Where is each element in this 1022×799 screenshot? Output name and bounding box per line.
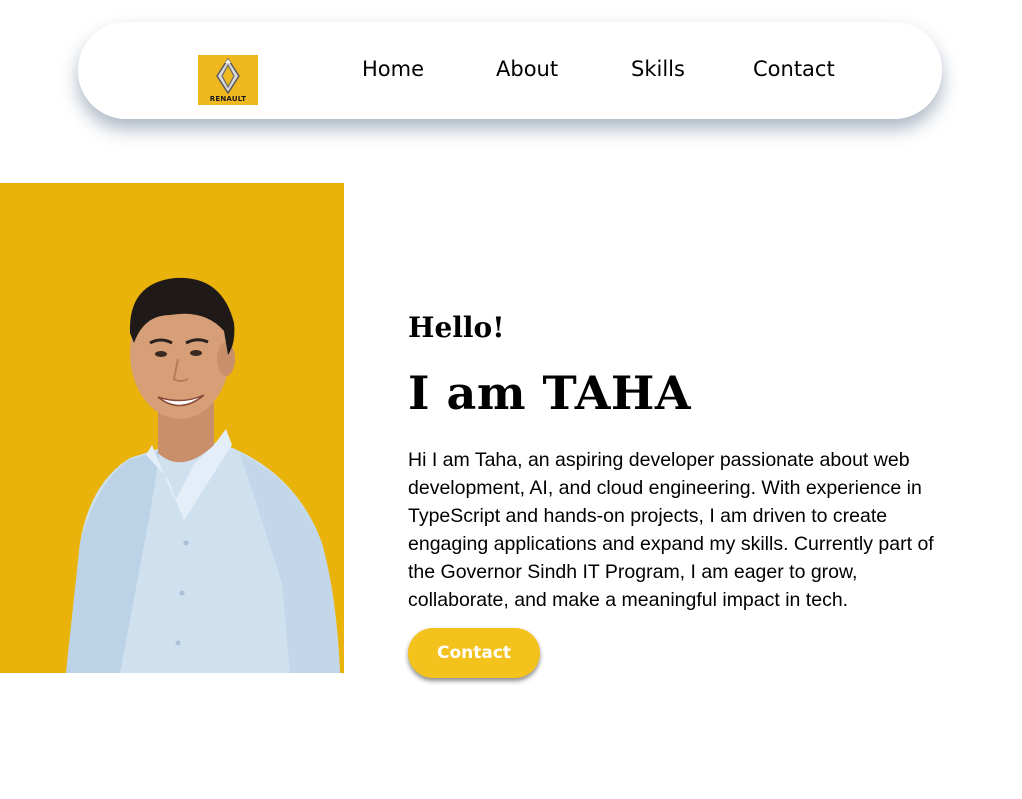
bio-paragraph: Hi I am Taha, an aspiring developer pass… <box>408 449 934 611</box>
nav-link-home[interactable]: Home <box>362 55 424 83</box>
navbar: RENAULT Home About Skills Contact <box>78 22 942 119</box>
nav-link-about[interactable]: About <box>496 55 558 83</box>
contact-button[interactable]: Contact <box>408 628 540 678</box>
renault-logo[interactable]: RENAULT <box>198 55 258 105</box>
profile-photo <box>0 183 344 673</box>
profile-photo-icon <box>66 277 340 673</box>
name-headline: I am TAHA <box>408 366 692 420</box>
nav-link-skills[interactable]: Skills <box>631 55 685 83</box>
logo-text: RENAULT <box>209 95 247 103</box>
nav-link-contact[interactable]: Contact <box>753 55 835 83</box>
page: RENAULT Home About Skills Contact Hello!… <box>0 0 1022 799</box>
greeting-heading: Hello! <box>408 311 505 344</box>
